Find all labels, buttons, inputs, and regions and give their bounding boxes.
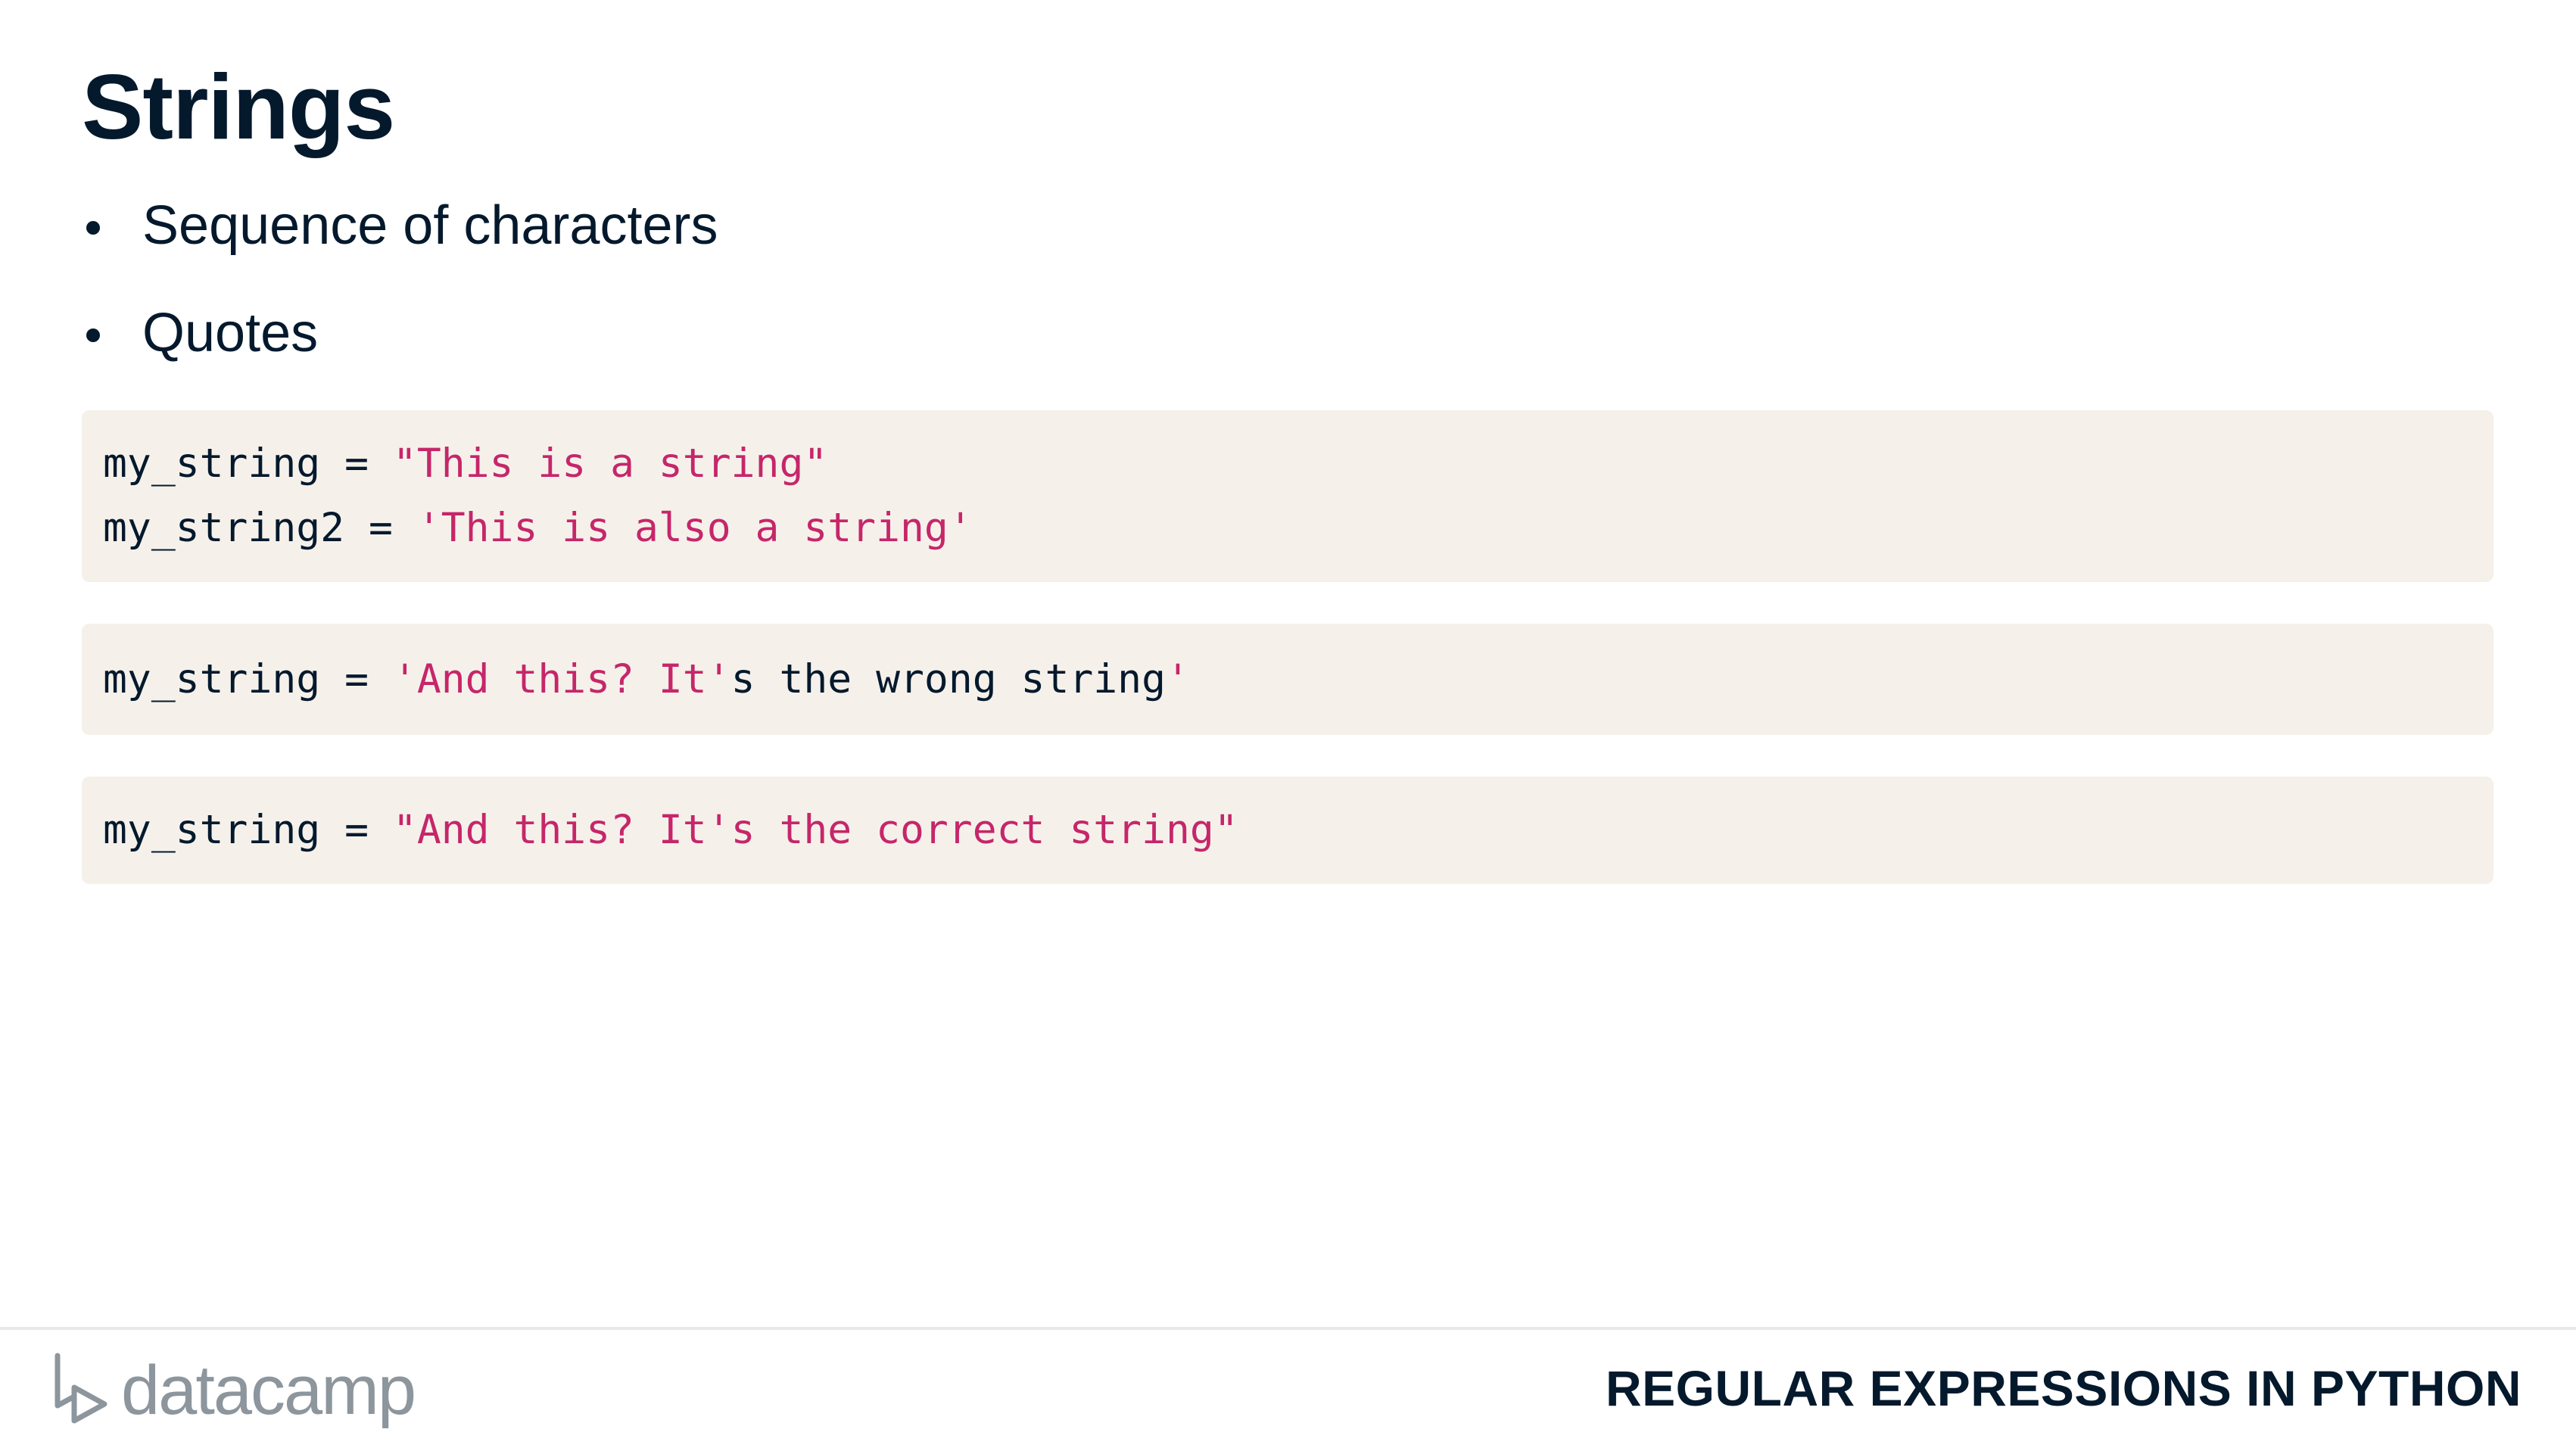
code-block-wrong-string: my_string = 'And this? It's the wrong st… xyxy=(82,624,2493,735)
footer-divider xyxy=(0,1327,2576,1330)
code-plain: my_string = xyxy=(103,807,393,853)
code-string-literal: 'This is also a string' xyxy=(416,505,973,551)
slide-title: Strings xyxy=(82,55,395,158)
code-line: my_string2 = 'This is also a string' xyxy=(103,496,2493,560)
code-string-tail: ' xyxy=(1166,656,1190,702)
code-line: my_string = "And this? It's the correct … xyxy=(103,798,2493,862)
bullet-text: Sequence of characters xyxy=(142,195,718,256)
bullet-text: Quotes xyxy=(142,303,319,364)
code-block-correct-string: my_string = "And this? It's the correct … xyxy=(82,777,2493,884)
code-plain: my_string = xyxy=(103,656,393,702)
bullet-item: Quotes xyxy=(82,300,718,366)
datacamp-logo-icon xyxy=(55,1353,107,1424)
code-string-literal: "This is a string" xyxy=(392,441,828,487)
code-line: my_string = 'And this? It's the wrong st… xyxy=(103,647,2493,711)
bullet-dot-icon xyxy=(86,221,100,235)
code-block-string-quotes: my_string = "This is a string" my_string… xyxy=(82,410,2493,582)
bullet-list: Sequence of characters Quotes xyxy=(82,193,718,409)
code-string-literal: 'And this? It' xyxy=(392,656,731,702)
code-plain: my_string2 = xyxy=(103,505,417,551)
datacamp-logo: datacamp xyxy=(51,1349,416,1432)
course-title: REGULAR EXPRESSIONS IN PYTHON xyxy=(1605,1360,2521,1416)
bullet-dot-icon xyxy=(86,328,100,343)
code-line: my_string = "This is a string" xyxy=(103,431,2493,496)
code-plain-rest: s the wrong string xyxy=(730,656,1166,702)
logo-wordmark: datacamp xyxy=(121,1352,416,1429)
code-string-literal: "And this? It's the correct string" xyxy=(392,807,1238,853)
bullet-item: Sequence of characters xyxy=(82,193,718,258)
code-plain: my_string = xyxy=(103,441,393,487)
